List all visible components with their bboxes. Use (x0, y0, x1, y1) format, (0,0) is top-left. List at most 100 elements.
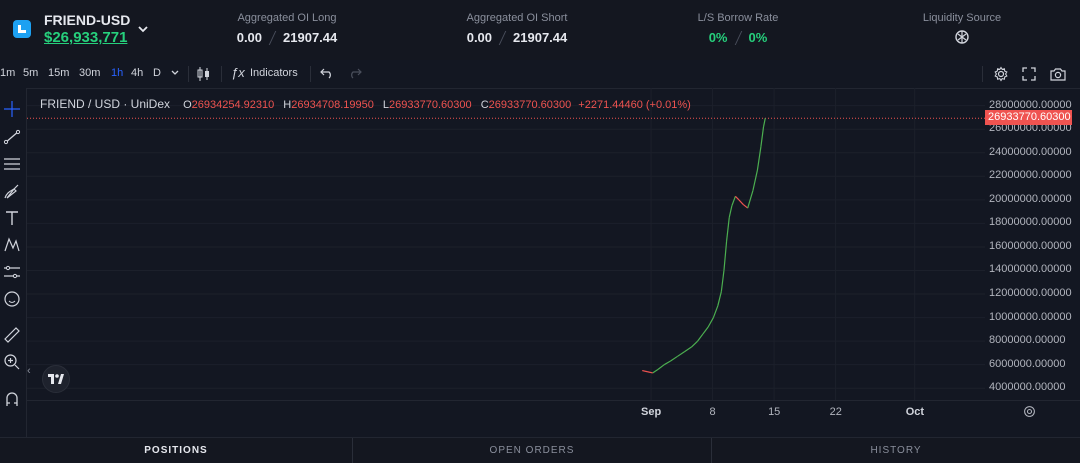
y-tick-label: 14000000.00000 (989, 263, 1072, 276)
ohlc-low: 26933770.60300 (389, 99, 472, 111)
friend-tech-logo-icon (13, 20, 31, 38)
ohlc-open: 26934254.92310 (191, 99, 275, 111)
emoji-icon[interactable] (3, 290, 21, 308)
price-segment (642, 369, 648, 373)
price-segment (726, 217, 730, 242)
oi-short-label: Aggregated OI Short (466, 12, 568, 24)
borrow-rate-long: 0% (708, 30, 728, 45)
price-segment (652, 368, 659, 374)
measure-icon[interactable] (3, 263, 21, 281)
tab-positions[interactable]: POSITIONS (0, 438, 352, 463)
toolbar-divider (188, 66, 189, 82)
price-segment (762, 118, 766, 127)
oi-long-right-value: 21907.44 (283, 30, 338, 45)
interval-chevron-icon[interactable] (170, 68, 180, 81)
camera-icon[interactable] (1050, 67, 1066, 84)
axis-settings-gear-icon[interactable] (1023, 405, 1036, 423)
undo-icon[interactable] (320, 67, 334, 82)
x-tick-label: 22 (829, 406, 842, 418)
chart-legend: FRIEND / USD · UniDex O26934254.92310 H2… (40, 97, 691, 111)
y-tick-label: 28000000.00000 (989, 98, 1072, 111)
ohlc-open-label: O (183, 99, 192, 111)
fullscreen-icon[interactable] (1022, 67, 1036, 84)
price-axis[interactable]: 28000000.00000 26000000.00000 24000000.000… (985, 88, 1080, 400)
settings-gear-icon[interactable] (993, 66, 1009, 85)
interval-5m[interactable]: 5m (23, 67, 38, 79)
magnet-icon[interactable] (3, 390, 21, 408)
fib-retracement-icon[interactable] (3, 155, 21, 173)
y-tick-label: 18000000.00000 (989, 216, 1072, 229)
separator (734, 30, 742, 45)
candles-icon[interactable] (197, 66, 211, 85)
tab-history[interactable]: HISTORY (712, 438, 1080, 463)
chevron-down-icon[interactable] (137, 22, 149, 40)
tradingview-logo-icon[interactable] (42, 365, 70, 393)
tab-open-orders[interactable]: OPEN ORDERS (353, 438, 711, 463)
time-axis[interactable]: Sep 8 15 22 Oct (27, 400, 1080, 423)
ohlc-high: 26934708.19950 (291, 99, 374, 111)
liquidity-source-icon[interactable] (953, 28, 971, 49)
price-segment (756, 146, 762, 171)
liquidity-source-label: Liquidity Source (922, 12, 1002, 24)
interval-1h[interactable]: 1h (111, 67, 123, 79)
price-segment (747, 190, 754, 209)
y-tick-label: 16000000.00000 (989, 239, 1072, 252)
oi-long-stat: Aggregated OI Long 0.00 21907.44 (220, 12, 354, 45)
price-segment (691, 340, 699, 348)
price-segment (712, 305, 719, 318)
chart-toolbar: 1m 5m 15m 30m 1h 4h D ƒx Indicators (0, 60, 1080, 89)
interval-30m[interactable]: 30m (79, 67, 100, 79)
redo-icon[interactable] (348, 67, 362, 82)
y-tick-label: 22000000.00000 (989, 169, 1072, 182)
toolbar-divider (310, 66, 311, 82)
drawing-toolbar (0, 88, 27, 462)
price-segment (647, 371, 653, 374)
price-segment (752, 170, 758, 191)
borrow-rate-label: L/S Borrow Rate (697, 12, 779, 24)
price-segment (720, 270, 725, 292)
price-segment (702, 326, 709, 335)
toolbar-divider (982, 66, 983, 82)
price-chart[interactable] (27, 88, 985, 400)
oi-short-left-value: 0.00 (466, 30, 493, 45)
price-segment (731, 196, 736, 206)
brush-icon[interactable] (3, 182, 21, 200)
indicators-icon[interactable]: ƒx (231, 65, 245, 80)
liquidity-source-stat: Liquidity Source (915, 12, 1009, 49)
pair-price: $26,933,771 (44, 29, 128, 46)
interval-d[interactable]: D (153, 67, 161, 79)
oi-long-label: Aggregated OI Long (237, 12, 337, 24)
price-segment (742, 204, 749, 209)
zoom-in-icon[interactable] (3, 353, 21, 371)
price-segment (684, 346, 692, 353)
y-tick-label: 6000000.00000 (989, 357, 1066, 370)
indicators-button[interactable]: Indicators (250, 67, 298, 79)
oi-short-stat: Aggregated OI Short 0.00 21907.44 (450, 12, 584, 45)
price-segment (723, 241, 728, 271)
x-tick-label: 8 (709, 406, 716, 418)
trend-line-icon[interactable] (3, 128, 21, 146)
oi-short-right-value: 21907.44 (513, 30, 568, 45)
price-segment (657, 364, 665, 370)
y-tick-label: 20000000.00000 (989, 192, 1072, 205)
interval-4h[interactable]: 4h (131, 67, 143, 79)
separator (498, 30, 507, 45)
text-tool-icon[interactable] (3, 209, 21, 227)
market-header: FRIEND-USD $26,933,771 Aggregated OI Lon… (0, 0, 1080, 61)
y-tick-label: 12000000.00000 (989, 287, 1072, 300)
chart-symbol: FRIEND / USD · UniDex (40, 97, 171, 111)
pair-name[interactable]: FRIEND-USD (44, 12, 130, 28)
ohlc-close: 26933770.60300 (488, 99, 572, 111)
interval-15m[interactable]: 15m (48, 67, 69, 79)
separator (268, 30, 277, 45)
price-segment (697, 333, 704, 342)
ruler-icon[interactable] (3, 326, 21, 344)
pattern-icon[interactable] (3, 236, 21, 254)
interval-1m[interactable]: 1m (0, 67, 15, 79)
price-segment (728, 205, 733, 218)
crosshair-icon[interactable] (3, 100, 21, 118)
price-segment (677, 351, 685, 357)
price-segment (734, 195, 740, 201)
borrow-rate-stat: L/S Borrow Rate 0% 0% (690, 12, 786, 45)
x-tick-label: 15 (768, 406, 781, 418)
